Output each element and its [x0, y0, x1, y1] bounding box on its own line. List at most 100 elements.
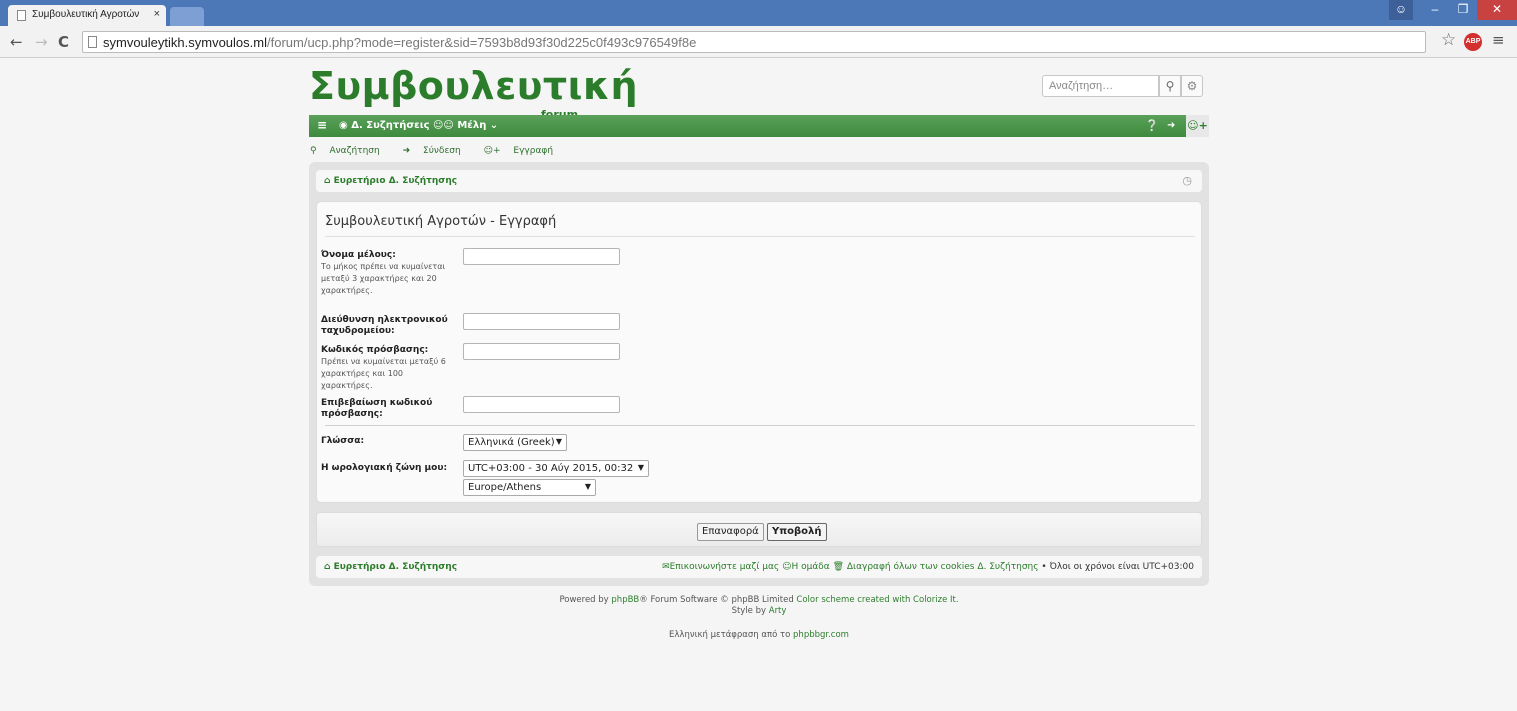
register-user-icon[interactable]: ☺+	[1186, 115, 1209, 137]
footer-links: ✉Επικοινωνήστε μαζί μας ☺Η ομάδα 🗑 Διαγρ…	[662, 562, 1194, 572]
username-hint: Το μήκος πρέπει να κυμαίνεται μεταξύ 3 χ…	[321, 262, 446, 295]
chevron-down-icon: ⌄	[486, 120, 499, 131]
quicklink-register-label: Εγγραφή	[513, 146, 554, 156]
dropdown-arrow-icon: ▼	[637, 463, 644, 472]
close-window-button[interactable]: ✕	[1477, 0, 1517, 20]
quicklink-search[interactable]: ⚲ Αναζήτηση	[310, 146, 390, 156]
clock-icon[interactable]: ◷	[1182, 174, 1192, 187]
footer-nav: ⌂ Ευρετήριο Δ. Συζήτησης ✉Επικοινωνήστε …	[316, 556, 1202, 578]
confirm-password-field[interactable]	[463, 396, 620, 413]
timezone-date-select[interactable]: UTC+03:00 - 30 Αύγ 2015, 00:32 ▼	[463, 460, 649, 477]
home-icon: ⌂	[324, 562, 334, 572]
quicklink-register[interactable]: ☺+ Εγγραφή	[484, 146, 563, 156]
minimize-button[interactable]: –	[1421, 0, 1449, 20]
copyright: Powered by phpBB® Forum Software © phpBB…	[309, 595, 1209, 617]
page-title: Συμβουλευτική Αγροτών - Εγγραφή	[325, 214, 557, 229]
breadcrumb-index-link[interactable]: Ευρετήριο Δ. Συζήτησης	[334, 176, 457, 186]
username-field[interactable]	[463, 248, 620, 265]
home-icon: ⌂	[324, 176, 331, 186]
password-field[interactable]	[463, 343, 620, 360]
advanced-search-gear-icon[interactable]: ⚙	[1181, 75, 1203, 97]
nav-forums-label: Δ. Συζητήσεις	[351, 120, 430, 131]
url-host: symvouleytikh.symvoulos.ml	[103, 35, 267, 50]
breadcrumb: ⌂ Ευρετήριο Δ. Συζήτησης ◷	[316, 170, 1202, 192]
chrome-menu-icon[interactable]: ≡	[1492, 31, 1505, 49]
search-input[interactable]: Αναζήτηση…	[1042, 75, 1159, 97]
register-user-icon: ☺+	[483, 146, 501, 156]
users-icon: ☺☺	[433, 120, 458, 131]
footer-team-label: Η ομάδα	[791, 562, 830, 572]
footer-team[interactable]: ☺Η ομάδα	[782, 562, 830, 572]
hamburger-menu-icon[interactable]: ≡	[317, 118, 327, 132]
quick-links: ⚲ Αναζήτηση ➜ Σύνδεση ☺+ Εγγραφή	[310, 146, 573, 156]
email-field[interactable]	[463, 313, 620, 330]
divider	[325, 236, 1195, 237]
chat-bubble-icon: ◉	[339, 120, 352, 131]
login-icon: ➜	[402, 146, 411, 156]
phpbb-link[interactable]: phpBB	[611, 595, 639, 605]
email-label-text: Διεύθυνση ηλεκτρονικού ταχυδρομείου:	[321, 315, 448, 336]
quicklink-login[interactable]: ➜ Σύνδεση	[403, 146, 471, 156]
password-label-text: Κωδικός πρόσβασης:	[321, 345, 429, 355]
footer-timezone-info: • Όλοι οι χρόνοι είναι UTC+03:00	[1041, 562, 1194, 572]
style-prefix: Style by	[731, 606, 769, 616]
forward-arrow-icon[interactable]: →	[35, 33, 48, 51]
tab-close-icon[interactable]: ×	[154, 8, 160, 20]
password-label: Κωδικός πρόσβασης: Πρέπει να κυμαίνεται …	[321, 345, 456, 392]
translation-credit: Ελληνική μετάφραση από το phpbbgr.com	[309, 630, 1209, 640]
registration-form: Συμβουλευτική Αγροτών - Εγγραφή Όνομα μέ…	[316, 201, 1202, 503]
footer-contact[interactable]: ✉Επικοινωνήστε μαζί μας	[662, 562, 779, 572]
email-label: Διεύθυνση ηλεκτρονικού ταχυδρομείου:	[321, 315, 456, 337]
username-label-text: Όνομα μέλους:	[321, 250, 396, 260]
timezone-city-value: Europe/Athens	[468, 482, 542, 493]
browser-tabstrip: Συμβουλευτική Αγροτών × ☺ – ❐ ✕	[0, 0, 1517, 26]
trash-icon: 🗑	[832, 562, 844, 572]
footer-delete-cookies[interactable]: 🗑 Διαγραφή όλων των cookies Δ. Συζήτησης	[833, 562, 1039, 572]
login-icon[interactable]: ➜	[1167, 120, 1175, 131]
reload-icon[interactable]: C	[58, 33, 69, 51]
language-label-text: Γλώσσα:	[321, 436, 365, 446]
form-actions: Επαναφορά Υποβολή	[316, 512, 1202, 547]
translation-site-link[interactable]: phpbbgr.com	[793, 630, 849, 640]
nav-members[interactable]: ☺☺ Μέλη ⌄	[433, 120, 498, 131]
footer-contact-label: Επικοινωνήστε μαζί μας	[669, 562, 780, 572]
search-icon: ⚲	[310, 146, 317, 156]
timezone-city-select[interactable]: Europe/Athens ▼	[463, 479, 596, 496]
divider	[325, 425, 1195, 426]
colorize-link[interactable]: Color scheme created with Colorize It.	[796, 595, 958, 605]
nav-members-label: Μέλη	[457, 120, 487, 131]
page-icon	[17, 10, 26, 21]
page-info-icon	[88, 36, 97, 48]
search-icon[interactable]: ⚲	[1159, 75, 1181, 97]
footer-index-label: Ευρετήριο Δ. Συζήτησης	[333, 562, 458, 572]
url-path: /forum/ucp.php?mode=register&sid=7593b8d…	[267, 35, 697, 50]
password-hint: Πρέπει να κυμαίνεται μεταξύ 6 χαρακτήρες…	[321, 357, 446, 390]
browser-tab[interactable]: Συμβουλευτική Αγροτών ×	[8, 5, 166, 26]
forum-page: Συμβουλευτική forum Αναζήτηση… ⚲ ⚙ ≡ ◉ Δ…	[0, 58, 1517, 711]
language-value: Ελληνικά (Greek)	[468, 437, 555, 448]
adblock-plus-icon[interactable]: ABP	[1464, 33, 1482, 51]
main-navbar: ≡ ◉ Δ. Συζητήσεις ☺☺ Μέλη ⌄ ❔ ➜	[309, 115, 1186, 137]
timezone-label: Η ωρολογιακή ζώνη μου:	[321, 463, 456, 474]
new-tab-button[interactable]	[170, 7, 204, 26]
faq-help-icon[interactable]: ❔	[1145, 119, 1159, 132]
content-wrapper: ⌂ Ευρετήριο Δ. Συζήτησης ◷ Συμβουλευτική…	[309, 162, 1209, 586]
quicklink-login-label: Σύνδεση	[423, 146, 461, 156]
footer-index[interactable]: ⌂ Ευρετήριο Δ. Συζήτησης	[324, 562, 457, 572]
language-select[interactable]: Ελληνικά (Greek) ▼	[463, 434, 567, 451]
style-author-link[interactable]: Arty	[769, 606, 787, 616]
timezone-label-text: Η ωρολογιακή ζώνη μου:	[321, 463, 448, 473]
reset-button[interactable]: Επαναφορά	[697, 523, 764, 541]
nav-forums[interactable]: ◉ Δ. Συζητήσεις	[339, 120, 430, 131]
confirm-password-label-text: Επιβεβαίωση κωδικού πρόσβασης:	[321, 398, 433, 419]
address-bar[interactable]: symvouleytikh.symvoulos.ml/forum/ucp.php…	[82, 31, 1426, 53]
maximize-button[interactable]: ❐	[1449, 0, 1477, 20]
site-logo[interactable]: Συμβουλευτική	[309, 64, 638, 108]
user-profile-icon[interactable]: ☺	[1389, 0, 1413, 20]
back-arrow-icon[interactable]: ←	[10, 33, 23, 51]
bookmark-star-icon[interactable]: ☆	[1441, 30, 1456, 50]
dropdown-arrow-icon: ▼	[584, 482, 591, 491]
quicklink-search-label: Αναζήτηση	[329, 146, 380, 156]
language-label: Γλώσσα:	[321, 436, 456, 447]
submit-button[interactable]: Υποβολή	[767, 523, 827, 541]
